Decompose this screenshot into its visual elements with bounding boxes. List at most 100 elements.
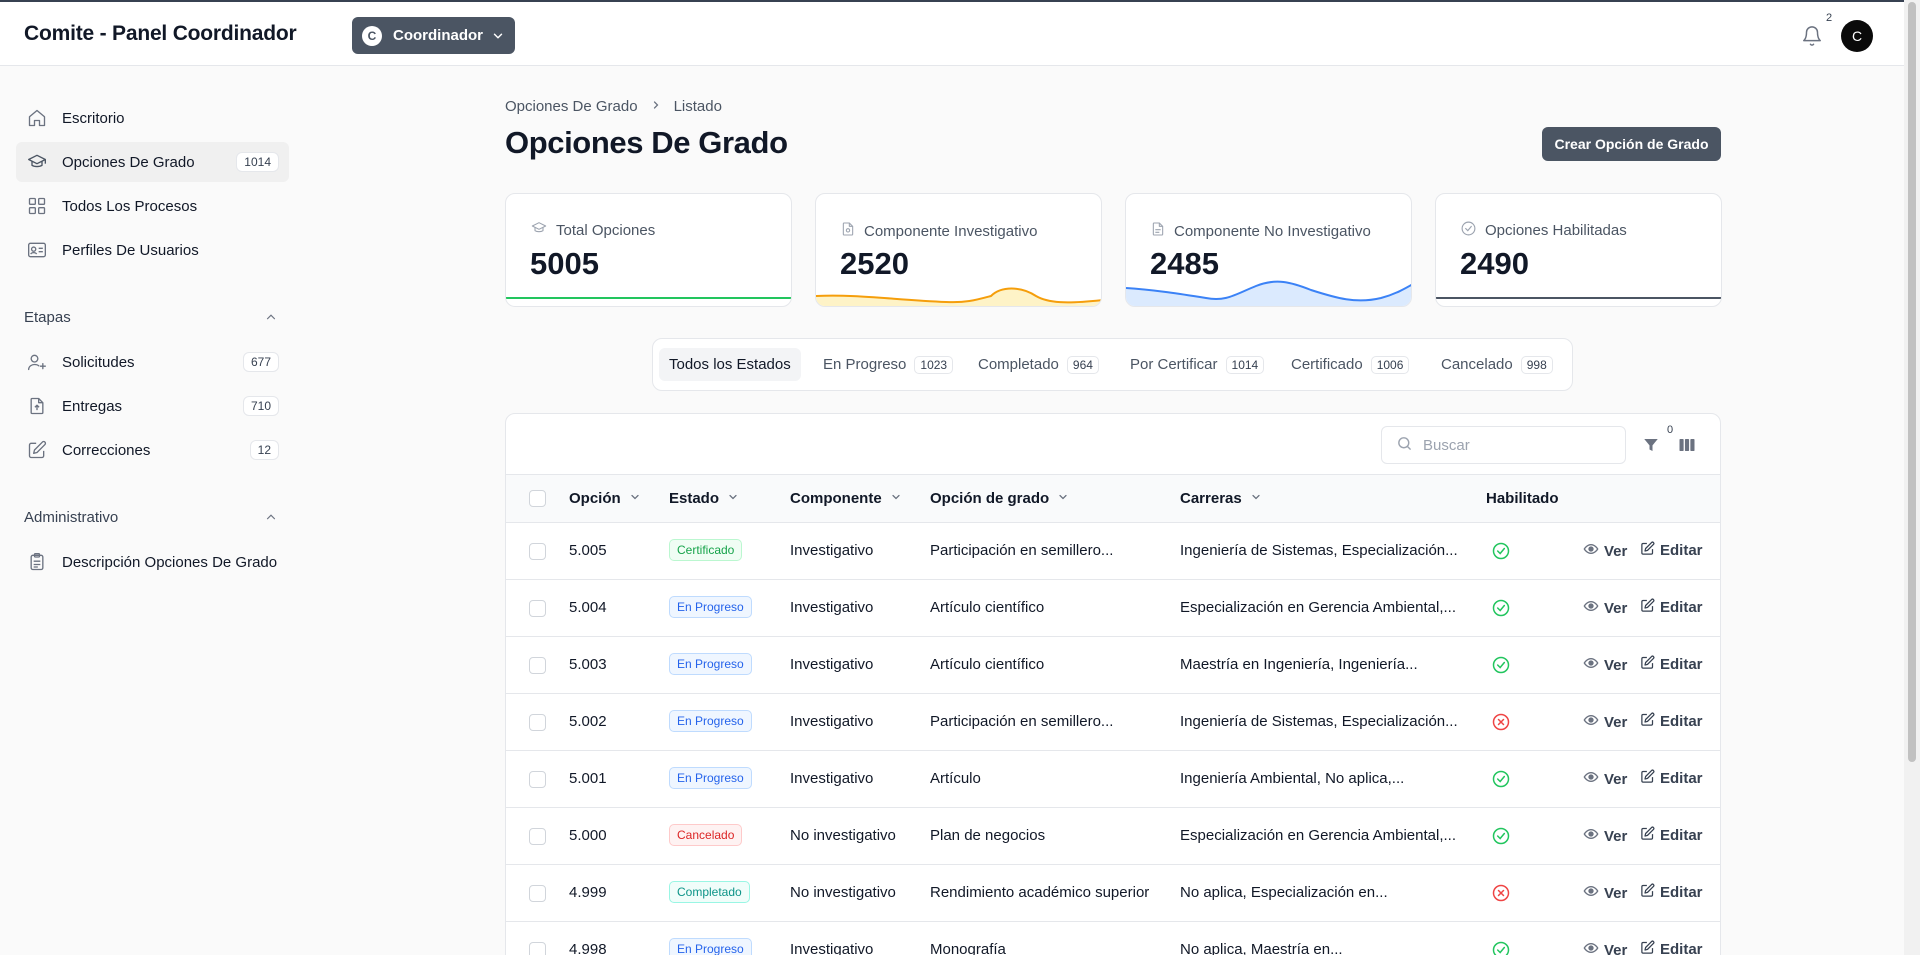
check-circle-icon	[1460, 220, 1477, 241]
tab-certificado[interactable]: Certificado 1006	[1281, 348, 1419, 381]
section-label-administrativo: Administrativo	[24, 509, 119, 526]
check-circle-icon	[1491, 826, 1511, 850]
create-option-button[interactable]: Crear Opción de Grado	[1542, 127, 1721, 161]
cell-carreras: Ingeniería de Sistemas, Especialización.…	[1180, 713, 1458, 730]
tab-completado[interactable]: Completado 964	[968, 348, 1109, 381]
edit-button[interactable]: Editar	[1640, 769, 1703, 788]
chevron-up-icon[interactable]	[264, 510, 278, 528]
select-all-checkbox[interactable]	[529, 490, 546, 507]
row-checkbox[interactable]	[529, 771, 546, 788]
edit-button[interactable]: Editar	[1640, 598, 1703, 617]
graduation-cap-icon	[26, 151, 48, 173]
status-badge: En Progreso	[669, 710, 752, 732]
cell-componente: Investigativo	[790, 713, 874, 730]
edit-button[interactable]: Editar	[1640, 883, 1703, 902]
tab-todos-los-estados[interactable]: Todos los Estados	[659, 348, 801, 381]
view-button[interactable]: Ver	[1583, 826, 1627, 846]
row-checkbox[interactable]	[529, 885, 546, 902]
sidebar-item-todos-los-procesos[interactable]: Todos Los Procesos	[16, 186, 289, 226]
edit-icon	[1640, 826, 1655, 845]
sidebar-item-opciones-de-grado[interactable]: Opciones De Grado 1014	[16, 142, 289, 182]
column-header-carreras[interactable]: Carreras	[1180, 490, 1262, 507]
view-button[interactable]: Ver	[1583, 541, 1627, 561]
breadcrumb-parent-link[interactable]: Opciones De Grado	[505, 98, 638, 115]
table-row[interactable]: 5.000 Cancelado No investigativo Plan de ne…	[506, 808, 1720, 865]
row-checkbox[interactable]	[529, 714, 546, 731]
edit-button[interactable]: Editar	[1640, 826, 1703, 845]
x-circle-icon	[1491, 883, 1511, 907]
sparkline	[816, 287, 1101, 306]
id-card-icon	[26, 239, 48, 261]
grid-icon	[26, 195, 48, 217]
edit-button[interactable]: Editar	[1640, 940, 1703, 955]
table-row[interactable]: 5.005 Certificado Investigativo Participaci…	[506, 523, 1720, 580]
column-header-opcion-de-grado[interactable]: Opción de grado	[930, 490, 1069, 507]
bell-icon[interactable]	[1801, 24, 1823, 52]
tab-label: En Progreso	[823, 356, 907, 373]
view-button[interactable]: Ver	[1583, 940, 1627, 955]
table-row[interactable]: 4.999 Completado No investigativo Rendimien…	[506, 865, 1720, 922]
table-row[interactable]: 4.998 En Progreso Investigativo Monografía N…	[506, 922, 1720, 955]
column-header-estado[interactable]: Estado	[669, 490, 739, 507]
table-row[interactable]: 5.001 En Progreso Investigativo Artículo Ing…	[506, 751, 1720, 808]
status-badge: Certificado	[669, 539, 743, 561]
cell-componente: No investigativo	[790, 827, 896, 844]
sidebar-item-label: Todos Los Procesos	[62, 197, 198, 215]
cell-opcion-de-grado: Rendimiento académico superior	[930, 884, 1150, 901]
cell-opcion-de-grado: Participación en semillero...	[930, 542, 1114, 559]
breadcrumb: Opciones De Grado Listado	[505, 98, 722, 115]
column-header-opcion[interactable]: Opción	[569, 490, 641, 507]
search-input[interactable]	[1423, 436, 1613, 454]
cell-carreras: Ingeniería Ambiental, No aplica,...	[1180, 770, 1405, 787]
edit-icon	[1640, 655, 1655, 674]
pencil-square-icon	[26, 439, 48, 461]
tab-count: 998	[1520, 355, 1553, 374]
sidebar-item-escritorio[interactable]: Escritorio	[16, 98, 289, 138]
cell-carreras: Ingeniería de Sistemas, Especialización.…	[1180, 542, 1458, 559]
row-checkbox[interactable]	[529, 543, 546, 560]
filter-count: 0	[1667, 424, 1674, 436]
eye-icon	[1583, 712, 1599, 732]
scrollbar-thumb[interactable]	[1908, 2, 1916, 762]
role-switcher-button[interactable]: C Coordinador	[352, 17, 515, 54]
sidebar-item-entregas[interactable]: Entregas 710	[16, 386, 289, 426]
stat-label: Componente No Investigativo	[1174, 222, 1371, 240]
table-row[interactable]: 5.004 En Progreso Investigativo Artículo ci…	[506, 580, 1720, 637]
view-button[interactable]: Ver	[1583, 655, 1627, 675]
sidebar-item-perfiles-de-usuarios[interactable]: Perfiles De Usuarios	[16, 230, 289, 270]
avatar[interactable]: C	[1841, 20, 1873, 52]
edit-button[interactable]: Editar	[1640, 655, 1703, 674]
edit-button[interactable]: Editar	[1640, 712, 1703, 731]
tab-por-certificar[interactable]: Por Certificar 1014	[1120, 348, 1274, 381]
chevron-up-icon[interactable]	[264, 310, 278, 328]
cell-opcion: 5.004	[569, 599, 607, 616]
sidebar-item-solicitudes[interactable]: Solicitudes 677	[16, 342, 289, 382]
row-checkbox[interactable]	[529, 600, 546, 617]
view-button[interactable]: Ver	[1583, 598, 1627, 618]
sidebar-item-correcciones[interactable]: Correcciones 12	[16, 430, 289, 470]
view-button[interactable]: Ver	[1583, 712, 1627, 732]
table-row[interactable]: 5.003 En Progreso Investigativo Artículo ci…	[506, 637, 1720, 694]
sidebar-item-descripcion-opciones[interactable]: Descripción Opciones De Grado	[16, 542, 289, 582]
page-title: Opciones De Grado	[505, 125, 788, 160]
view-button[interactable]: Ver	[1583, 769, 1627, 789]
search-box[interactable]	[1381, 426, 1626, 464]
tab-label: Todos los Estados	[669, 356, 791, 373]
column-header-componente[interactable]: Componente	[790, 490, 902, 507]
row-checkbox[interactable]	[529, 657, 546, 674]
tab-cancelado[interactable]: Cancelado 998	[1431, 348, 1563, 381]
row-checkbox[interactable]	[529, 828, 546, 845]
columns-icon[interactable]	[1677, 436, 1697, 458]
tab-en-progreso[interactable]: En Progreso 1023	[813, 348, 963, 381]
app-title: Comite - Panel Coordinador	[24, 22, 297, 45]
cell-opcion-de-grado: Participación en semillero...	[930, 713, 1114, 730]
view-button[interactable]: Ver	[1583, 883, 1627, 903]
table-row[interactable]: 5.002 En Progreso Investigativo Participaci…	[506, 694, 1720, 751]
filter-icon[interactable]	[1642, 436, 1660, 458]
graduation-cap-icon	[530, 220, 548, 240]
edit-button[interactable]: Editar	[1640, 541, 1703, 560]
cell-opcion: 5.001	[569, 770, 607, 787]
check-circle-icon	[1491, 940, 1511, 955]
row-checkbox[interactable]	[529, 942, 546, 955]
cell-componente: Investigativo	[790, 656, 874, 673]
